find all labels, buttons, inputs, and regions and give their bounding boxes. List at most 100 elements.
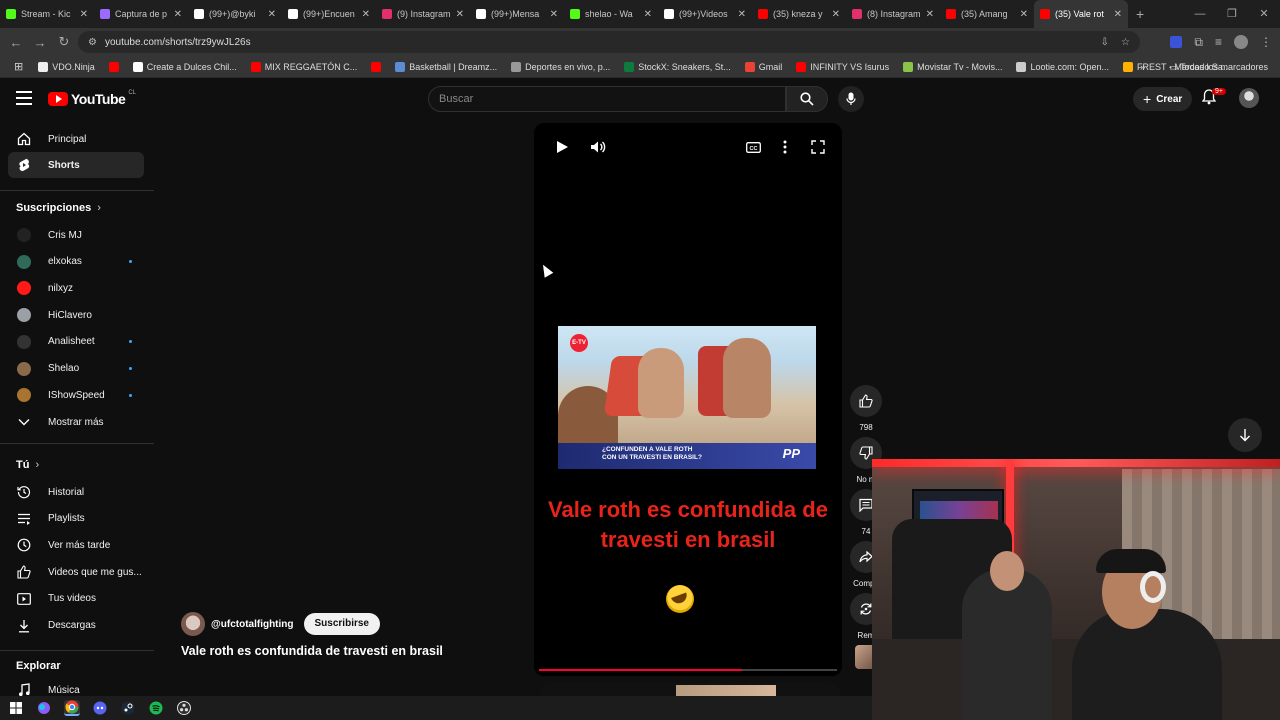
tab-close-icon[interactable]: ✕ <box>362 9 370 20</box>
obs-icon[interactable] <box>176 700 192 716</box>
more-bookmarks-icon[interactable]: » <box>1140 62 1145 72</box>
forward-icon[interactable]: → <box>28 35 52 50</box>
browser-tab[interactable]: Stream - Kic ✕ <box>0 0 94 28</box>
browser-tab[interactable]: (9) Instagram ✕ <box>376 0 470 28</box>
sidebar-item-shorts[interactable]: Shorts <box>8 152 144 178</box>
sidebar-item-subscription[interactable]: HiClavero <box>8 302 144 328</box>
back-icon[interactable]: ← <box>4 35 28 50</box>
captions-icon[interactable]: CC <box>746 142 761 153</box>
tab-close-icon[interactable]: ✕ <box>550 9 558 20</box>
sidebar-item-like[interactable]: Videos que me gus... <box>8 559 144 585</box>
channel-avatar[interactable] <box>181 612 205 636</box>
site-info-icon[interactable]: ⚙ <box>88 37 97 48</box>
chat-app-icon[interactable] <box>92 700 108 716</box>
browser-tab[interactable]: (35) kneza y ✕ <box>752 0 846 28</box>
youtube-logo[interactable]: YouTube CL <box>48 90 136 107</box>
tab-close-icon[interactable]: ✕ <box>174 9 182 20</box>
new-tab-button[interactable]: + <box>1128 6 1152 22</box>
maximize-icon[interactable]: ❐ <box>1216 0 1248 28</box>
account-avatar[interactable] <box>1239 88 1259 108</box>
bookmark-item[interactable]: Deportes en vivo, p... <box>504 61 617 72</box>
sidebar-item-download[interactable]: Descargas <box>8 613 144 639</box>
tab-close-icon[interactable]: ✕ <box>80 9 88 20</box>
tab-close-icon[interactable]: ✕ <box>456 9 464 20</box>
sidebar-item-subscription[interactable]: Cris MJ <box>8 222 144 248</box>
tab-close-icon[interactable]: ✕ <box>832 9 840 20</box>
browser-tab[interactable]: (35) Vale rot ✕ <box>1034 0 1128 28</box>
fullscreen-icon[interactable] <box>811 140 825 154</box>
profile-icon[interactable] <box>1234 35 1248 49</box>
tab-label: (99+)Mensa <box>491 9 540 19</box>
bookmark-item[interactable]: VDO.Ninja <box>31 61 102 72</box>
channel-name[interactable]: @ufctotalfighting <box>211 619 294 630</box>
bookmark-item[interactable]: StockX: Sneakers, St... <box>617 61 738 72</box>
extensions-puzzle-icon[interactable]: ⧉ <box>1194 35 1203 50</box>
search-button[interactable] <box>786 86 828 112</box>
spotify-icon[interactable] <box>148 700 164 716</box>
search-input[interactable]: Buscar <box>428 86 786 112</box>
next-video-button[interactable] <box>1228 418 1262 452</box>
bookmark-item[interactable] <box>102 61 126 72</box>
sidebar-item-subscription[interactable]: elxokas <box>8 249 144 275</box>
bookmark-item[interactable]: Lootie.com: Open... <box>1009 61 1116 72</box>
subscriptions-heading[interactable]: Suscripciones › <box>16 202 101 214</box>
browser-tab[interactable]: (8) Instagram ✕ <box>846 0 940 28</box>
show-more-button[interactable]: Mostrar más <box>8 409 144 435</box>
tab-close-icon[interactable]: ✕ <box>738 9 746 20</box>
tab-close-icon[interactable]: ✕ <box>926 9 934 20</box>
bookmark-item[interactable] <box>364 61 388 72</box>
copilot-icon[interactable] <box>36 700 52 716</box>
bookmark-item[interactable]: INFINITY VS Isurus <box>789 61 896 72</box>
sidebar-item-subscription[interactable]: IShowSpeed <box>8 382 144 408</box>
sidebar-item-playlist[interactable]: Playlists <box>8 506 144 532</box>
bookmark-item[interactable]: MIX REGGAETÓN C... <box>244 61 365 72</box>
bookmark-item[interactable]: Gmail <box>738 61 790 72</box>
bookmark-item[interactable]: Basketball | Dreamz... <box>388 61 504 72</box>
voice-search-button[interactable] <box>838 86 864 112</box>
sidebar-item-subscription[interactable]: nilxyz <box>8 275 144 301</box>
sidebar-item-principal[interactable]: Principal <box>8 126 144 152</box>
browser-tab[interactable]: (99+)Videos ✕ <box>658 0 752 28</box>
more-options-icon[interactable] <box>783 140 787 154</box>
tab-close-icon[interactable]: ✕ <box>268 9 276 20</box>
create-button[interactable]: + Crear <box>1133 87 1193 111</box>
bookmark-item[interactable]: Create a Dulces Chil... <box>126 61 244 72</box>
subscribe-button[interactable]: Suscribirse <box>303 613 380 635</box>
volume-icon[interactable] <box>590 140 606 154</box>
like-button[interactable]: 798 <box>849 385 883 432</box>
browser-tab[interactable]: (99+)@byki ✕ <box>188 0 282 28</box>
browser-tab[interactable]: (35) Amang ✕ <box>940 0 1034 28</box>
tab-close-icon[interactable]: ✕ <box>644 9 652 20</box>
chrome-icon[interactable] <box>64 700 80 716</box>
you-heading[interactable]: Tú › <box>16 459 39 471</box>
sidebar-item-subscription[interactable]: Shelao <box>8 356 144 382</box>
bookmark-star-icon[interactable]: ☆ <box>1121 37 1130 48</box>
windows-start-icon[interactable] <box>8 700 24 716</box>
close-window-icon[interactable]: ✕ <box>1248 0 1280 28</box>
sidebar-item-clock[interactable]: Ver más tarde <box>8 532 144 558</box>
url-field[interactable]: ⚙ youtube.com/shorts/trz9ywJL26s ⇩ ☆ <box>78 31 1140 53</box>
browser-menu-icon[interactable]: ⋮ <box>1260 35 1272 49</box>
extension-icon[interactable] <box>1170 36 1183 48</box>
steam-icon[interactable] <box>120 700 136 716</box>
play-icon[interactable] <box>555 140 569 154</box>
tab-close-icon[interactable]: ✕ <box>1114 9 1122 20</box>
video-progress-bar[interactable] <box>539 669 837 671</box>
short-video-player[interactable]: CC E-TV ¿CONFUNDEN A VALE ROTH CON UN TR… <box>534 123 842 676</box>
browser-tab[interactable]: shelao - Wa ✕ <box>564 0 658 28</box>
apps-grid-icon[interactable]: ⊞ <box>6 60 31 73</box>
sidebar-item-subscription[interactable]: Analisheet <box>8 329 144 355</box>
menu-icon[interactable] <box>16 91 32 109</box>
all-bookmarks-button[interactable]: ▭ Todos los marcadores <box>1169 62 1268 73</box>
browser-tab[interactable]: (99+)Encuen ✕ <box>282 0 376 28</box>
tab-close-icon[interactable]: ✕ <box>1020 9 1028 20</box>
media-controls-icon[interactable]: ≡ <box>1215 35 1222 49</box>
sidebar-item-history[interactable]: Historial <box>8 479 144 505</box>
sidebar-item-video[interactable]: Tus videos <box>8 586 144 612</box>
bookmark-item[interactable]: Movistar Tv - Movis... <box>896 61 1009 72</box>
install-icon[interactable]: ⇩ <box>1101 37 1109 48</box>
minimize-icon[interactable]: — <box>1184 0 1216 28</box>
browser-tab[interactable]: (99+)Mensa ✕ <box>470 0 564 28</box>
reload-icon[interactable]: ↻ <box>52 34 76 50</box>
browser-tab[interactable]: Captura de p ✕ <box>94 0 188 28</box>
